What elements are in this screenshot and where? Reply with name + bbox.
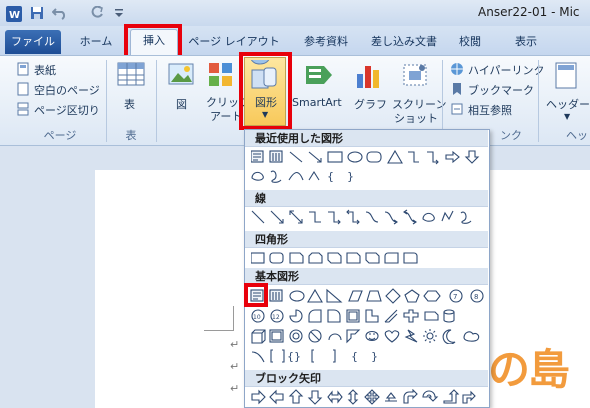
table-label: 表 xyxy=(124,98,135,111)
group-divider xyxy=(156,60,157,142)
chart-button[interactable]: グラフ xyxy=(352,60,387,120)
header-group-label: ヘッ xyxy=(566,129,588,142)
picture-button[interactable]: 図 xyxy=(166,60,196,120)
paragraph-mark: ↵ xyxy=(230,382,240,395)
screenshot-label-2: ショット xyxy=(394,112,438,125)
lines-shapes-row xyxy=(251,209,491,225)
links-group-label: ンク xyxy=(500,129,522,142)
gallery-section-rectangles: 四角形 xyxy=(245,231,488,248)
header-label: ヘッダー xyxy=(546,98,590,111)
basic-shapes-row: 10 12 xyxy=(251,308,491,324)
svg-text:7: 7 xyxy=(453,293,457,301)
window-title: Anser22-01 - Mic xyxy=(478,5,580,19)
recent-shapes-row: { } xyxy=(251,168,491,184)
table-group-label: 表 xyxy=(125,129,137,142)
paragraph-mark: ↵ xyxy=(230,338,240,351)
margin-guide xyxy=(204,330,234,331)
basic-shapes-row xyxy=(251,328,491,345)
chart-label: グラフ xyxy=(354,98,387,111)
gallery-section-recent: 最近使用した図形 xyxy=(245,130,488,147)
svg-text:}: } xyxy=(371,350,378,363)
group-divider xyxy=(106,60,107,142)
rectangle-shapes-row xyxy=(250,250,491,266)
block-arrows-row xyxy=(251,388,491,405)
undo-icon[interactable] xyxy=(51,6,66,20)
clipart-button[interactable]: クリップ アート xyxy=(202,60,250,123)
group-divider xyxy=(538,60,539,142)
svg-text:12: 12 xyxy=(272,314,280,321)
smartart-button[interactable]: SmartArt xyxy=(292,60,346,120)
insert-tab-highlight xyxy=(124,24,182,59)
smartart-label: SmartArt xyxy=(292,96,342,109)
save-icon[interactable] xyxy=(30,6,44,20)
hyperlink-button[interactable]: ハイパーリンク xyxy=(450,62,545,78)
margin-guide xyxy=(233,306,234,330)
page-group-label: ページ xyxy=(43,129,77,142)
basic-shapes-row: 7 8 xyxy=(249,288,491,304)
tab-mailings[interactable]: 差し込み文書 xyxy=(364,31,444,53)
redo-icon[interactable] xyxy=(90,5,104,20)
hyperlink-label: ハイパーリンク xyxy=(468,64,545,77)
tab-references[interactable]: 参考資料 xyxy=(296,31,356,53)
svg-text:{}: {} xyxy=(287,350,301,363)
screenshot-button[interactable]: スクリーン ショット xyxy=(390,60,446,125)
tab-home[interactable]: ホーム xyxy=(74,31,118,53)
bookmark-button[interactable]: ブックマーク xyxy=(450,82,540,98)
clipart-label-2: アート xyxy=(210,110,243,123)
svg-text:}: } xyxy=(347,170,354,183)
basic-shapes-row: {} { } xyxy=(251,348,491,364)
picture-label: 図 xyxy=(176,98,187,111)
customize-quick-access-icon[interactable] xyxy=(114,6,128,20)
cross-reference-label: 相互参照 xyxy=(468,104,512,117)
tab-review[interactable]: 校閲 xyxy=(452,31,488,53)
dropdown-arrow-icon: ▼ xyxy=(564,112,571,121)
word-app-icon[interactable]: W xyxy=(6,6,22,22)
svg-text:10: 10 xyxy=(253,314,261,321)
cross-reference-button[interactable]: 相互参照 xyxy=(450,102,540,118)
blank-page-label: 空白のページ xyxy=(34,84,100,97)
svg-text:W: W xyxy=(9,10,20,21)
recent-shapes-row xyxy=(250,149,491,165)
table-button[interactable]: 表 xyxy=(116,60,146,120)
tab-view[interactable]: 表示 xyxy=(508,31,544,53)
cover-page-label: 表紙 xyxy=(34,64,56,77)
paragraph-mark: ↵ xyxy=(230,360,240,373)
gallery-section-lines: 線 xyxy=(245,190,488,207)
tab-page-layout[interactable]: ページ レイアウト xyxy=(186,31,282,53)
page-break-label: ページ区切り xyxy=(34,104,100,117)
gallery-section-basic: 基本図形 xyxy=(245,268,488,285)
shapes-button-highlight xyxy=(239,52,292,130)
svg-text:{: { xyxy=(327,170,334,183)
svg-text:{: { xyxy=(351,350,358,363)
gallery-section-block-arrows: ブロック矢印 xyxy=(245,370,488,387)
tab-file[interactable]: ファイル xyxy=(5,30,61,54)
watermark-logo: の島 xyxy=(488,345,570,394)
svg-text:8: 8 xyxy=(474,293,478,301)
header-button[interactable]: ヘッダー ▼ xyxy=(546,60,590,126)
bookmark-label: ブックマーク xyxy=(468,84,534,97)
text-box-shape-highlight xyxy=(244,283,268,307)
